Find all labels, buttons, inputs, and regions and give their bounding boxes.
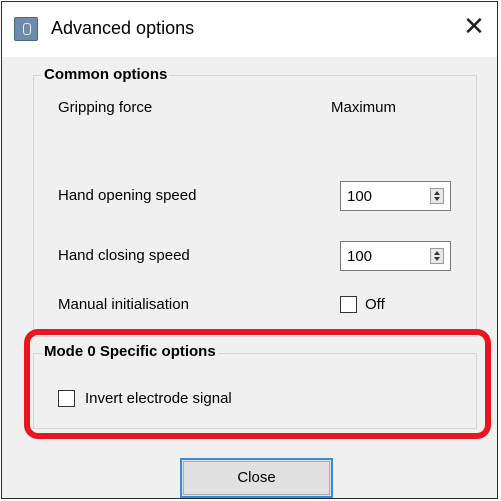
title-bar: Advanced options ✕ [2,2,497,57]
close-button[interactable]: Close [180,458,333,498]
manual-initialisation-state[interactable]: Off [365,296,385,313]
window-title: Advanced options [51,18,195,38]
hand-closing-speed-value[interactable]: 100 [347,248,372,265]
common-options-title: Common options [42,66,170,83]
manual-initialisation-checkbox[interactable] [340,296,357,313]
up-down-arrows-icon[interactable] [430,188,444,204]
gripping-force-label: Gripping force [58,99,153,116]
invert-electrode-signal-checkbox[interactable] [58,390,75,407]
advanced-options-dialog: Advanced options ✕ Common options Grippi… [1,1,498,499]
up-down-arrows-icon[interactable] [430,248,444,264]
close-icon[interactable]: ✕ [460,13,488,41]
app-icon [14,17,38,41]
hand-closing-speed-spinner[interactable]: 100 [340,241,451,271]
mode-specific-options-group: Mode 0 Specific options Invert electrode… [33,343,477,429]
hand-opening-speed-spinner[interactable]: 100 [340,181,451,211]
hand-closing-speed-label: Hand closing speed [58,247,190,264]
mode-specific-options-title: Mode 0 Specific options [42,343,218,360]
hand-opening-speed-value[interactable]: 100 [347,188,372,205]
invert-electrode-signal-label[interactable]: Invert electrode signal [85,390,232,407]
hand-opening-speed-label: Hand opening speed [58,187,197,204]
common-options-group: Common options Gripping force Maximum Ha… [33,66,477,337]
manual-initialisation-label: Manual initialisation [58,296,189,313]
gripping-force-value: Maximum [331,99,397,116]
